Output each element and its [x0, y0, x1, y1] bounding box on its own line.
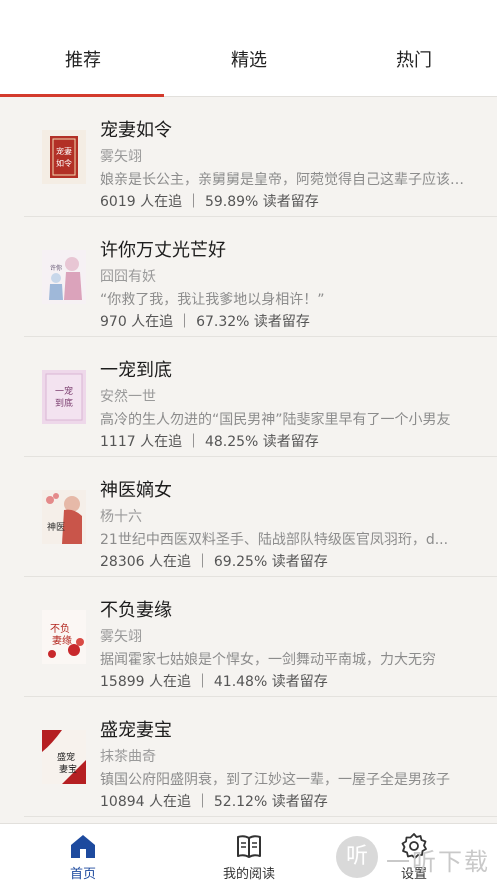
book-list-item[interactable]: 许你 许你万丈光芒好 囧囧有妖 “你救了我，我让我爹地以身相许！” 970 人在… [24, 217, 497, 337]
book-author: 安然一世 [100, 389, 156, 405]
book-description: 21世纪中西医双料圣手、陆战部队特级医官凤羽珩，d... [100, 532, 449, 548]
book-description: “你救了我，我让我爹地以身相许！” [100, 292, 325, 308]
book-list-item[interactable]: 盛宠 妻宝 盛宠妻宝 抹茶曲奇 镇国公府阳盛阴衰，到了江妙这一辈，一屋子全是男孩… [24, 697, 497, 817]
book-icon [237, 835, 261, 858]
bottom-nav-bar: 首页 我的阅读 设置 [0, 823, 497, 884]
nav-settings[interactable]: 设置 [331, 832, 497, 882]
svg-text:到底: 到底 [55, 397, 73, 409]
svg-text:一宠: 一宠 [55, 385, 73, 397]
book-stats: 15899 人在追 ｜ 41.48% 读者留存 [100, 674, 328, 690]
tab-recommend[interactable]: 推荐 [0, 46, 166, 72]
book-cover: 一宠 到底 [42, 370, 86, 424]
book-list-item[interactable]: 一宠 到底 一宠到底 安然一世 高冷的生人勿进的“国民男神”陆斐家里早有了一个小… [24, 337, 497, 457]
book-cover: 不负 妻缘 [42, 610, 86, 664]
book-cover: 神医 [42, 490, 86, 544]
book-list-item[interactable]: 宠妻 如令 宠妻如令 雾矢翊 娘亲是长公主，亲舅舅是皇帝，阿菀觉得自己这辈子应该… [24, 97, 497, 217]
book-title: 神医嫡女 [100, 480, 172, 501]
book-cover: 宠妻 如令 [42, 130, 86, 184]
gear-icon [401, 833, 427, 859]
book-title: 许你万丈光芒好 [100, 240, 226, 261]
svg-text:妻缘: 妻缘 [52, 634, 72, 647]
home-icon [71, 835, 95, 858]
nav-my-reading[interactable]: 我的阅读 [166, 832, 332, 882]
book-stats: 970 人在追 ｜ 67.32% 读者留存 [100, 314, 310, 330]
svg-text:盛宠: 盛宠 [57, 751, 75, 763]
book-author: 抹茶曲奇 [100, 749, 156, 765]
nav-home-label: 首页 [69, 867, 96, 882]
book-author: 杨十六 [100, 509, 142, 525]
book-author: 雾矢翊 [100, 149, 142, 165]
book-stats: 1117 人在追 ｜ 48.25% 读者留存 [100, 434, 319, 450]
book-title: 盛宠妻宝 [100, 720, 172, 741]
book-author: 雾矢翊 [100, 629, 142, 645]
nav-home[interactable]: 首页 [0, 832, 166, 882]
nav-my-reading-label: 我的阅读 [222, 867, 275, 882]
book-author: 囧囧有妖 [100, 269, 156, 285]
book-stats: 28306 人在追 ｜ 69.25% 读者留存 [100, 554, 328, 570]
book-title: 宠妻如令 [100, 120, 172, 141]
svg-text:妻宝: 妻宝 [59, 763, 77, 775]
tab-hot[interactable]: 热门 [331, 46, 497, 72]
svg-text:许你: 许你 [50, 264, 62, 272]
book-title: 不负妻缘 [100, 600, 172, 621]
book-stats: 10894 人在追 ｜ 52.12% 读者留存 [100, 794, 328, 810]
svg-text:神医: 神医 [47, 521, 65, 533]
svg-text:如令: 如令 [56, 158, 72, 168]
book-description: 高冷的生人勿进的“国民男神”陆斐家里早有了一个小男友 [100, 412, 451, 428]
book-list: 宠妻 如令 宠妻如令 雾矢翊 娘亲是长公主，亲舅舅是皇帝，阿菀觉得自己这辈子应该… [0, 97, 497, 817]
book-stats: 6019 人在追 ｜ 59.89% 读者留存 [100, 194, 319, 210]
book-list-item[interactable]: 神医 神医嫡女 杨十六 21世纪中西医双料圣手、陆战部队特级医官凤羽珩，d...… [24, 457, 497, 577]
book-description: 镇国公府阳盛阴衰，到了江妙这一辈，一屋子全是男孩子 [100, 772, 450, 788]
svg-text:宠妻: 宠妻 [56, 146, 72, 156]
book-list-item[interactable]: 不负 妻缘 不负妻缘 雾矢翊 据闻霍家七姑娘是个悍女，一剑舞动平南城，力大无穷 … [24, 577, 497, 697]
book-cover: 盛宠 妻宝 [42, 730, 86, 784]
book-cover: 许你 [42, 250, 86, 304]
svg-text:不负: 不负 [50, 622, 70, 635]
book-description: 娘亲是长公主，亲舅舅是皇帝，阿菀觉得自己这辈子应该可以过得很好 [100, 172, 465, 188]
book-title: 一宠到底 [100, 360, 172, 381]
tab-featured[interactable]: 精选 [166, 46, 332, 72]
book-description: 据闻霍家七姑娘是个悍女，一剑舞动平南城，力大无穷 [100, 652, 436, 668]
nav-settings-label: 设置 [400, 867, 427, 882]
top-tab-bar: 推荐 精选 热门 [0, 0, 497, 97]
